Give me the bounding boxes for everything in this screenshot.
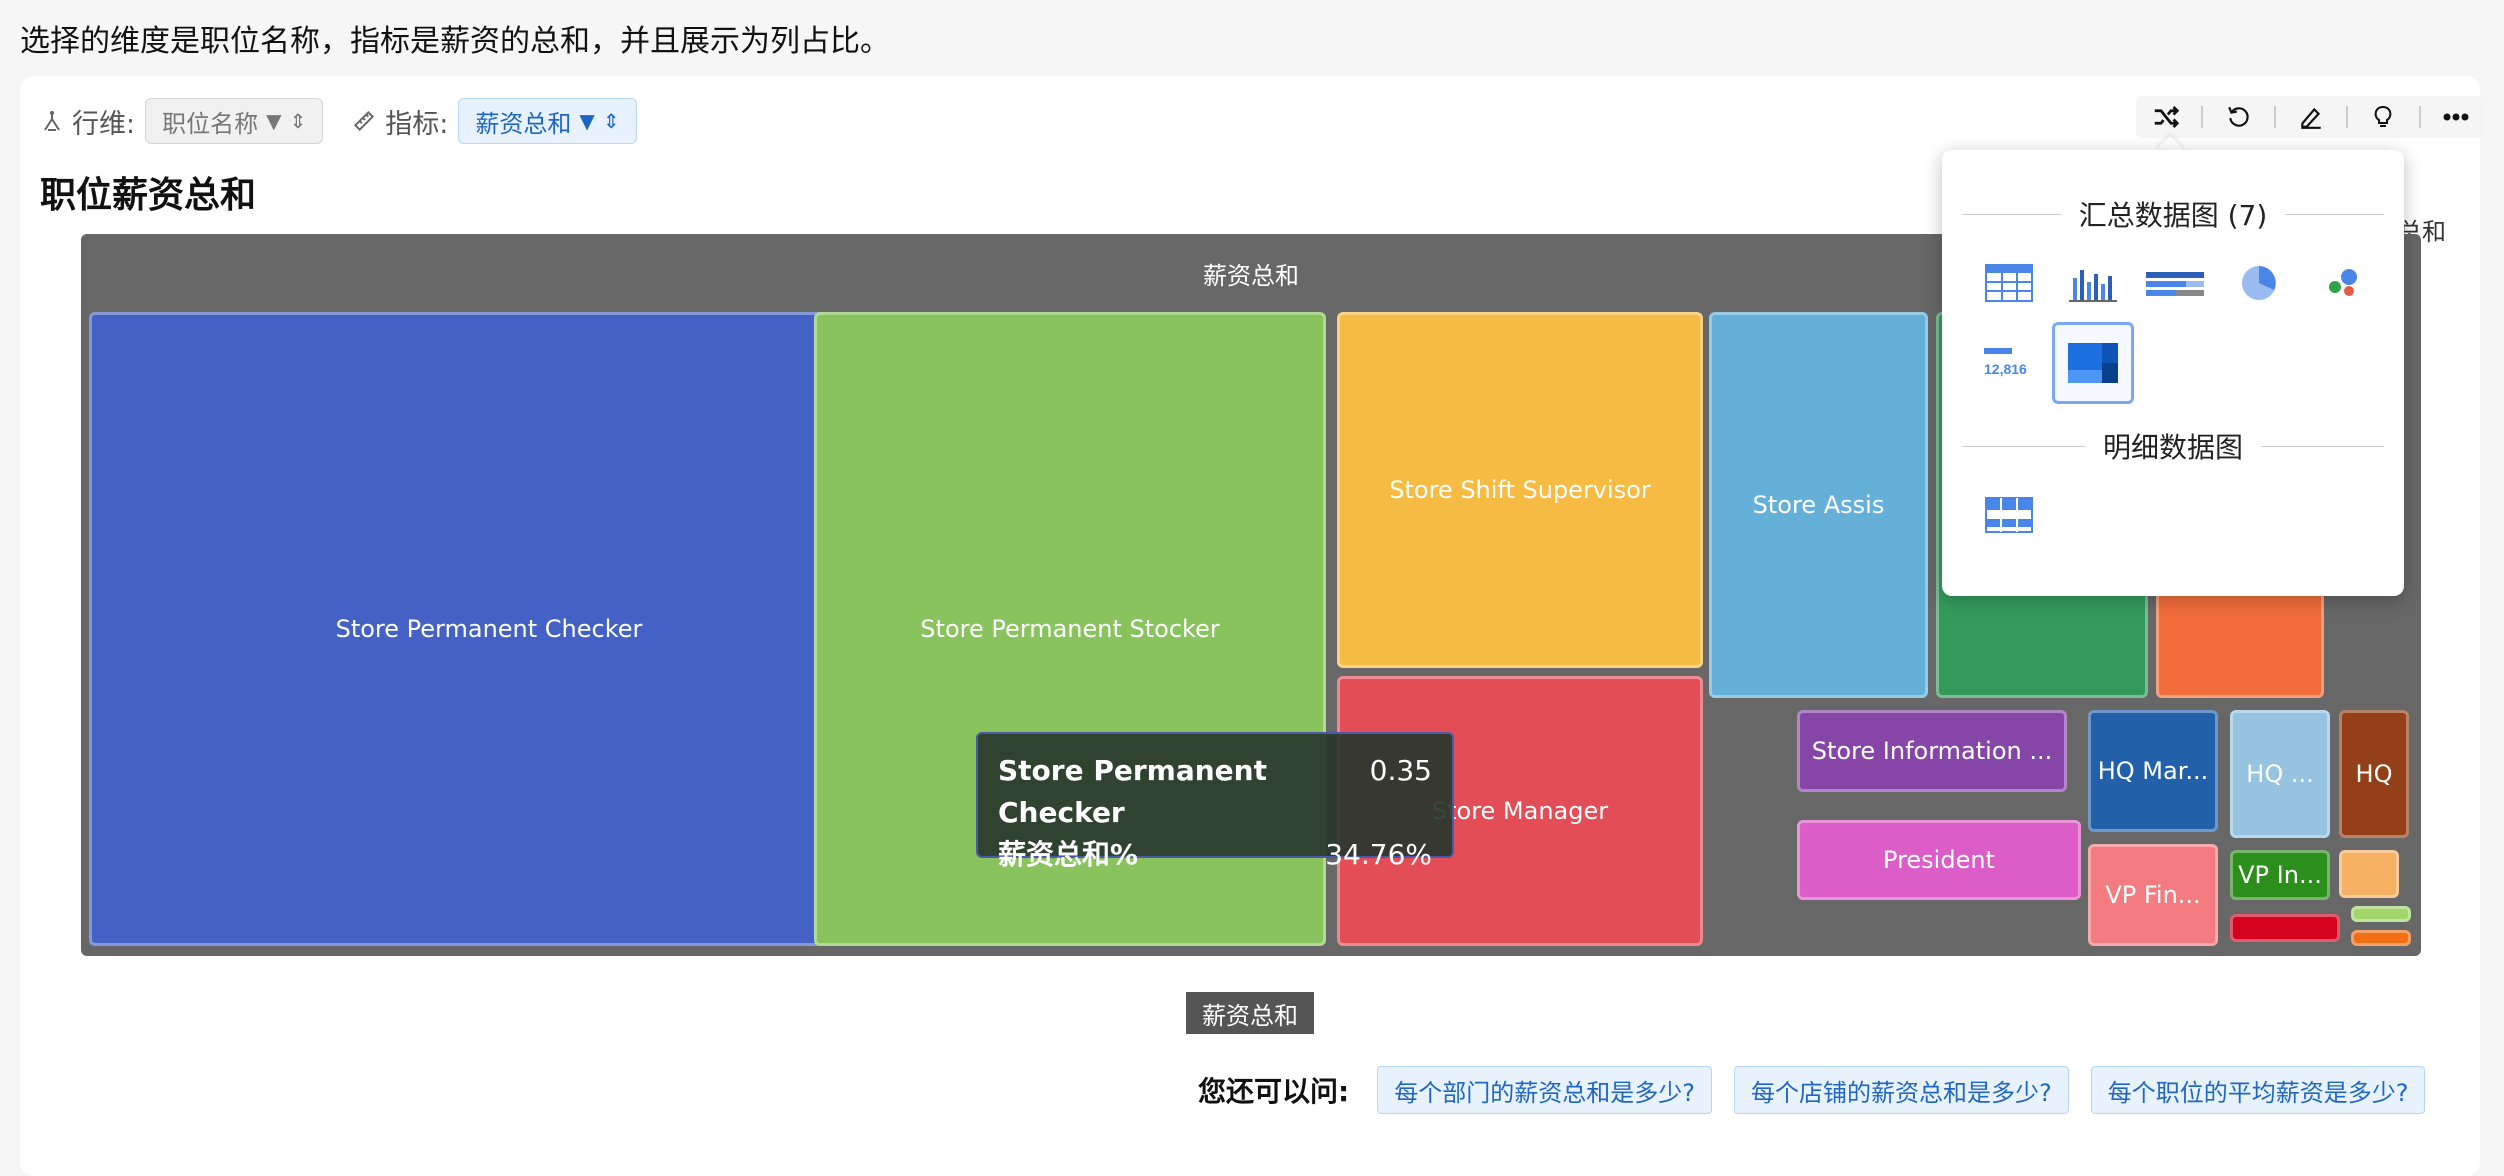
detail-table-icon	[1985, 497, 2033, 533]
filter-icon[interactable]: ▼	[579, 109, 594, 133]
suggestion-chip[interactable]: 每个部门的薪资总和是多少?	[1377, 1066, 1712, 1114]
treemap-icon	[2068, 343, 2118, 383]
row-dimension-label: 行维:	[72, 108, 136, 140]
more-button[interactable]	[2431, 97, 2481, 137]
bar-chart-icon	[2069, 270, 2117, 302]
switch-chart-button[interactable]	[2141, 97, 2191, 137]
treemap-tile[interactable]: VP In...	[2230, 850, 2330, 900]
bubble-chart-icon	[2329, 269, 2357, 296]
treemap-tile[interactable]	[2230, 914, 2340, 942]
metric-value: 薪资总和	[475, 109, 572, 138]
tooltip-metric: 薪资总和%	[998, 838, 1139, 871]
tooltip-percent: 34.76%	[1325, 838, 1432, 871]
treemap-tile[interactable]: VP Fin...	[2088, 844, 2218, 946]
question-text: 选择的维度是职位名称，指标是薪资的总和，并且展示为列占比。	[20, 24, 890, 59]
detail-heading-row: 明细数据图	[1962, 426, 2385, 466]
chart-type-popup: 汇总数据图 (7) 12,816 明细数据图	[1942, 150, 2404, 596]
tooltip-name: Store Permanent Checker	[998, 754, 1267, 829]
row-dimension-value: 职位名称	[162, 109, 259, 138]
detail-heading: 明细数据图	[2103, 431, 2244, 464]
row-dimension-tag[interactable]: 职位名称 ▼ ⇕	[145, 98, 324, 144]
chart-toolbar	[2136, 96, 2486, 138]
query-toolbar: 行维: 职位名称 ▼ ⇕ 指标: 薪资总和 ▼ ⇕	[40, 98, 665, 144]
toolbar-divider	[2201, 106, 2204, 128]
hbar-chart-option[interactable]	[2140, 248, 2210, 318]
filter-icon[interactable]: ▼	[266, 109, 281, 133]
metric-label: 指标:	[385, 108, 449, 140]
toolbar-divider	[2346, 106, 2349, 128]
kpi-chart-option[interactable]: 12,816	[1974, 326, 2044, 396]
pen-icon	[2301, 107, 2321, 129]
treemap-tile[interactable]: President	[1797, 820, 2081, 900]
chart-legend[interactable]: 薪资总和	[1186, 992, 1314, 1034]
row-dimension-label-group: 行维:	[40, 102, 135, 141]
horizontal-bar-icon	[2146, 272, 2204, 296]
toolbar-divider	[2418, 106, 2421, 128]
table-chart-option[interactable]	[1974, 248, 2044, 318]
treemap-tile[interactable]: Store Shift Supervisor	[1337, 312, 1703, 668]
edit-button[interactable]	[2286, 97, 2336, 137]
suggestions-label: 您还可以问:	[1198, 1075, 1350, 1108]
chart-title: 职位薪资总和	[40, 175, 257, 216]
bubble-chart-option[interactable]	[2308, 248, 2378, 318]
chart-tooltip: Store Permanent Checker 0.35 薪资总和% 34.76…	[976, 732, 1454, 871]
reset-button[interactable]	[2214, 97, 2264, 137]
kpi-number-icon: 12,816	[1984, 348, 2027, 377]
tooltip-value: 0.35	[1369, 754, 1432, 787]
suggestions: 您还可以问: 每个部门的薪资总和是多少? 每个店铺的薪资总和是多少? 每个职位的…	[1198, 1066, 2447, 1114]
treemap-tile[interactable]: Store Information ...	[1797, 710, 2067, 792]
suggestion-chip[interactable]: 每个职位的平均薪资是多少?	[2090, 1066, 2426, 1114]
insight-button[interactable]	[2358, 97, 2408, 137]
metric-label-group: 指标:	[351, 102, 448, 141]
bar-chart-option[interactable]	[2058, 248, 2128, 318]
pie-chart-icon	[2242, 266, 2276, 300]
pie-chart-option[interactable]	[2224, 248, 2294, 318]
summary-heading-row: 汇总数据图 (7)	[1962, 194, 2385, 234]
summary-heading: 汇总数据图 (7)	[2078, 199, 2268, 232]
table-icon	[1985, 264, 2033, 302]
shuffle-icon	[2154, 106, 2180, 128]
treemap-tile[interactable]: HQ	[2339, 710, 2409, 838]
sort-icon[interactable]: ⇕	[603, 109, 620, 133]
dimension-icon	[44, 111, 60, 131]
treemap-tile[interactable]	[2351, 906, 2411, 922]
treemap-tile[interactable]: Store Assis	[1709, 312, 1928, 698]
treemap-tile[interactable]: Store Permanent Checker	[89, 312, 889, 946]
lightbulb-icon	[2375, 106, 2392, 127]
more-icon	[2443, 113, 2469, 121]
treemap-tile[interactable]	[2339, 850, 2399, 898]
suggestion-chip[interactable]: 每个店铺的薪资总和是多少?	[1733, 1066, 2069, 1114]
sort-icon[interactable]: ⇕	[290, 109, 307, 133]
treemap-tile[interactable]	[2351, 930, 2411, 946]
undo-icon	[2227, 106, 2249, 127]
treemap-tile[interactable]: HQ Mar...	[2088, 710, 2218, 832]
toolbar-divider	[2273, 106, 2276, 128]
kpi-number-text: 12,816	[1984, 361, 2027, 377]
metric-tag[interactable]: 薪资总和 ▼ ⇕	[458, 98, 637, 144]
treemap-chart-option[interactable]	[2052, 322, 2134, 404]
detail-table-option[interactable]	[1974, 480, 2044, 550]
ruler-icon	[354, 110, 375, 132]
treemap-tile[interactable]: HQ ...	[2230, 710, 2330, 838]
